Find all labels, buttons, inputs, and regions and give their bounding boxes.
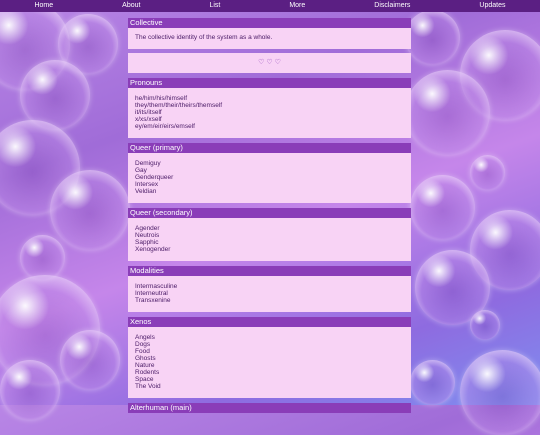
- list-item: The Void: [135, 383, 161, 390]
- list-item: Dogs: [135, 341, 151, 348]
- bubble: [0, 0, 70, 90]
- section-xenos: Xenos Angels Dogs Food Ghosts Nature Rod…: [128, 317, 411, 398]
- list-item: Agender: [135, 225, 160, 232]
- section-heading: Pronouns: [128, 78, 411, 88]
- section-list: Angels Dogs Food Ghosts Nature Rodents S…: [128, 327, 411, 398]
- bubble: [60, 330, 120, 390]
- list-item: x/xs/xself: [135, 116, 162, 123]
- bubble: [20, 235, 65, 280]
- bubble: [405, 10, 460, 65]
- list-item: Xenogender: [135, 246, 171, 253]
- bubble: [470, 310, 500, 340]
- section-heading: Xenos: [128, 317, 411, 327]
- list-item: Neutrois: [135, 232, 160, 239]
- section-modalities: Modalities Intermasculine Interneutral T…: [128, 266, 411, 312]
- bubble: [50, 170, 130, 250]
- section-list: Intermasculine Interneutral Transxenine: [128, 276, 411, 312]
- section-list: Demiguy Gay Genderqueer Intersex Veldian: [128, 153, 411, 203]
- bubble: [410, 175, 475, 240]
- list-item: Transxenine: [135, 297, 171, 304]
- nav-list[interactable]: List: [209, 0, 220, 12]
- list-item: Space: [135, 376, 154, 383]
- section-list: he/him/his/himself they/them/their/their…: [128, 88, 411, 138]
- nav-more[interactable]: More: [289, 0, 305, 12]
- section-heading: Queer (primary): [128, 143, 411, 153]
- top-nav: Home About List More Disclaimers Updates: [0, 0, 540, 12]
- list-item: Genderqueer: [135, 174, 174, 181]
- list-item: Interneutral: [135, 290, 168, 297]
- hearts-divider: ♡ ♡ ♡: [128, 53, 411, 73]
- list-item: Food: [135, 348, 150, 355]
- list-item: they/them/their/theirs/themself: [135, 102, 223, 109]
- list-item: Demiguy: [135, 160, 161, 167]
- list-item: Angels: [135, 334, 155, 341]
- bubble: [470, 210, 540, 290]
- list-item: Intersex: [135, 181, 159, 188]
- section-pronouns: Pronouns he/him/his/himself they/them/th…: [128, 78, 411, 138]
- bubble: [460, 30, 540, 120]
- section-description: The collective identity of the system as…: [128, 28, 411, 49]
- list-item: Veldian: [135, 188, 157, 195]
- nav-updates[interactable]: Updates: [479, 0, 505, 12]
- nav-disclaimers[interactable]: Disclaimers: [374, 0, 410, 12]
- list-item: Sapphic: [135, 239, 159, 246]
- section-queer-secondary: Queer (secondary) Agender Neutrois Sapph…: [128, 208, 411, 261]
- bubble: [0, 120, 80, 215]
- section-heading: Collective: [128, 18, 411, 28]
- nav-about[interactable]: About: [122, 0, 140, 12]
- nav-home[interactable]: Home: [34, 0, 53, 12]
- list-item: Ghosts: [135, 355, 156, 362]
- list-item: he/him/his/himself: [135, 95, 188, 102]
- description-text: The collective identity of the system as…: [135, 34, 273, 41]
- bubble: [0, 275, 100, 385]
- list-item: Gay: [135, 167, 147, 174]
- section-list: Agender Neutrois Sapphic Xenogender: [128, 218, 411, 261]
- list-item: Intermasculine: [135, 283, 178, 290]
- section-heading: Modalities: [128, 266, 411, 276]
- bubble: [405, 70, 490, 155]
- list-item: Nature: [135, 362, 155, 369]
- list-item: it/its/itself: [135, 109, 162, 116]
- bubble: [20, 60, 90, 130]
- section-queer-primary: Queer (primary) Demiguy Gay Genderqueer …: [128, 143, 411, 203]
- content-column: Collective The collective identity of th…: [128, 18, 411, 418]
- bubble: [58, 14, 118, 74]
- list-item: Rodents: [135, 369, 160, 376]
- bubble: [415, 250, 490, 325]
- section-collective: Collective The collective identity of th…: [128, 18, 411, 73]
- section-heading: Queer (secondary): [128, 208, 411, 218]
- bubble: [0, 360, 60, 420]
- bubble: [470, 155, 505, 190]
- bubble: [460, 350, 540, 435]
- list-item: ey/em/eir/eirs/emself: [135, 123, 195, 130]
- bubble: [410, 360, 455, 405]
